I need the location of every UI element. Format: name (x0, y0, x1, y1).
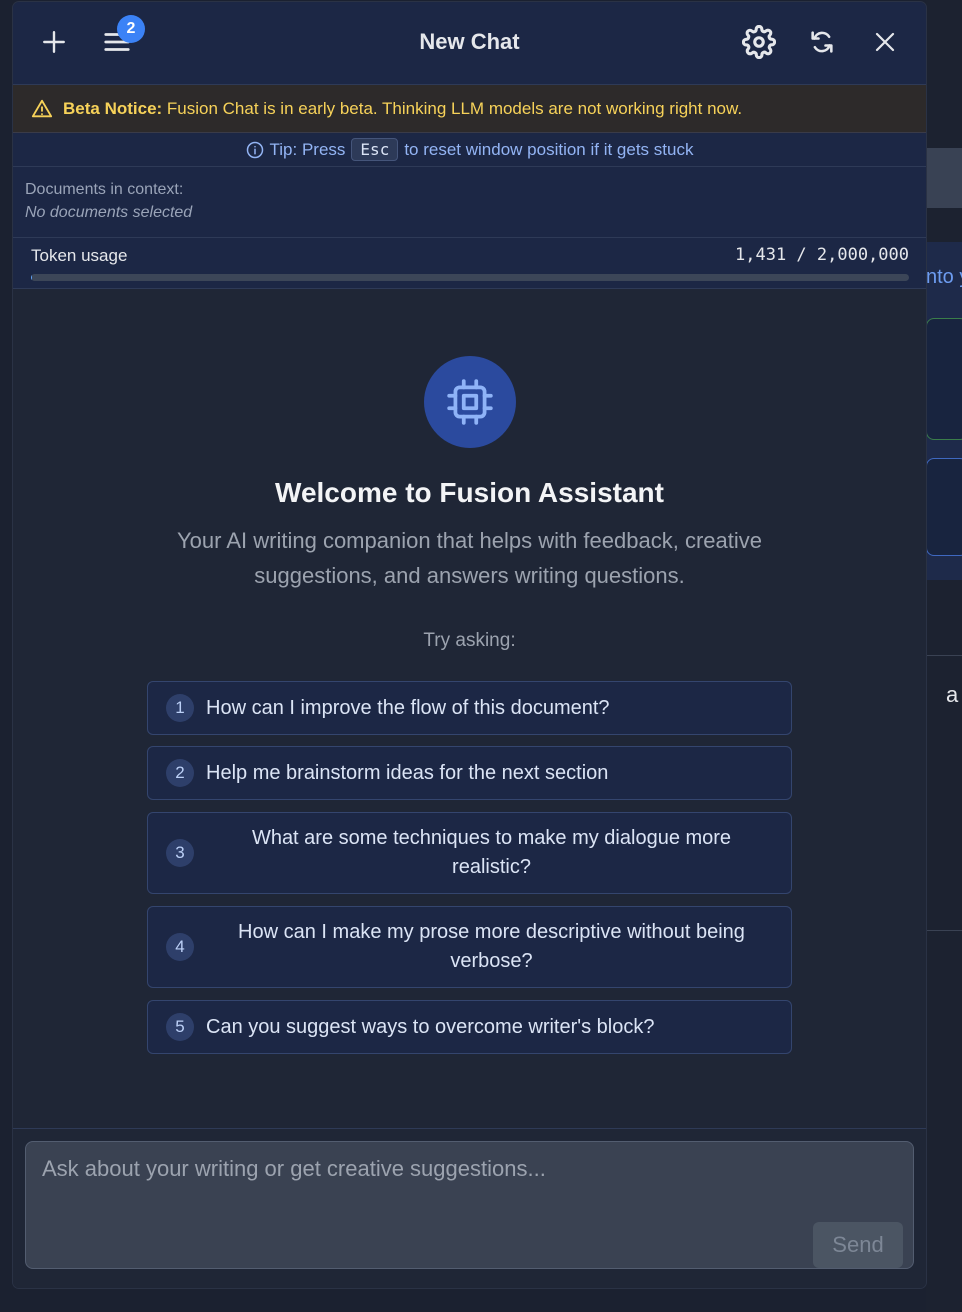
warning-icon (31, 99, 53, 117)
tip-banner: Tip: Press Esc to reset window position … (13, 133, 926, 167)
suggestion-number: 3 (166, 839, 194, 867)
welcome-title: Welcome to Fusion Assistant (275, 477, 664, 508)
send-button[interactable]: Send (813, 1222, 903, 1268)
token-usage-label: Token usage (31, 246, 128, 265)
cpu-chip-icon (447, 379, 493, 425)
close-button[interactable] (865, 22, 905, 62)
suggestion-number: 4 (166, 933, 194, 961)
welcome-panel: Welcome to Fusion Assistant Your AI writ… (13, 289, 926, 1127)
suggestion-button[interactable]: 1 How can I improve the flow of this doc… (147, 681, 792, 735)
beta-notice-banner: Beta Notice: Fusion Chat is in early bet… (13, 85, 926, 133)
chat-header: 2 New Chat (13, 2, 926, 85)
token-progress-bar (31, 274, 909, 281)
message-input-box: Send (25, 1141, 914, 1269)
beta-notice-label: Beta Notice: (63, 98, 163, 118)
background-toolbar (926, 148, 962, 208)
suggestion-button[interactable]: 2 Help me brainstorm ideas for the next … (147, 746, 792, 800)
chat-title: New Chat (419, 29, 520, 54)
suggestion-button[interactable]: 5 Can you suggest ways to overcome write… (147, 1000, 792, 1054)
try-asking-label: Try asking: (423, 630, 516, 651)
info-icon (246, 141, 263, 158)
beta-notice-text: Beta Notice: Fusion Chat is in early bet… (63, 99, 742, 119)
background-card (926, 458, 962, 556)
suggestion-button[interactable]: 3 What are some techniques to make my di… (147, 812, 792, 894)
suggestion-text: Can you suggest ways to overcome writer'… (206, 1015, 655, 1038)
background-divider (926, 930, 962, 931)
esc-key-hint: Esc (351, 138, 399, 161)
tip-prefix: Tip: Press (269, 139, 346, 159)
background-divider (926, 655, 962, 656)
refresh-icon (811, 31, 833, 53)
background-card (926, 318, 962, 440)
message-composer: Send (13, 1128, 926, 1288)
welcome-subtitle: Your AI writing companion that helps wit… (177, 528, 762, 588)
settings-button[interactable] (739, 22, 779, 62)
suggestion-text: How can I make my prose more descriptive… (238, 921, 745, 972)
token-usage-value: 1,431 / 2,000,000 (735, 245, 909, 265)
message-input[interactable] (26, 1142, 913, 1268)
background-text: a (946, 682, 959, 707)
chat-window: 2 New Chat Beta Notice: Fusion Chat is i… (13, 2, 926, 1288)
suggestion-text: Help me brainstorm ideas for the next se… (206, 761, 609, 784)
documents-context: Documents in context: No documents selec… (13, 167, 926, 238)
assistant-logo (424, 356, 516, 448)
documents-label: Documents in context: (25, 181, 184, 198)
documents-value: No documents selected (25, 204, 193, 221)
suggestion-text: What are some techniques to make my dial… (251, 827, 732, 878)
close-icon (875, 32, 895, 52)
beta-notice-message: Fusion Chat is in early beta. Thinking L… (162, 98, 743, 118)
token-progress-fill (31, 274, 33, 281)
background-panel-text: nto y (926, 266, 962, 288)
suggestion-number: 2 (166, 759, 194, 787)
suggestion-number: 1 (166, 694, 194, 722)
suggestion-button[interactable]: 4 How can I make my prose more descripti… (147, 906, 792, 988)
suggestion-number: 5 (166, 1013, 194, 1041)
token-usage: Token usage 1,431 / 2,000,000 (13, 238, 926, 289)
refresh-button[interactable] (802, 22, 842, 62)
tip-suffix: to reset window position if it gets stuc… (404, 139, 694, 159)
suggestion-text: How can I improve the flow of this docum… (206, 696, 610, 719)
gear-icon (742, 25, 776, 59)
